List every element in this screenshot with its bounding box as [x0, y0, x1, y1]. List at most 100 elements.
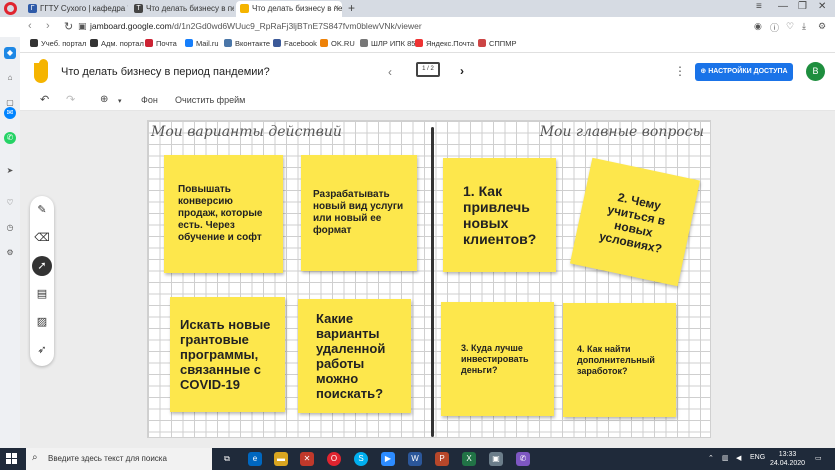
background-button[interactable]: Фон — [141, 95, 158, 105]
volume-icon[interactable]: ◀ — [736, 454, 741, 462]
previous-frame-icon[interactable]: ‹ — [388, 65, 392, 79]
tool-palette: ✎ ⌫ ➚ ▤ ▨ ➶ — [30, 196, 54, 366]
tab-1[interactable]: Г ГГТУ Сухого | кафедра "Э... — [24, 1, 128, 17]
send-icon[interactable]: ➤ — [4, 165, 16, 177]
favorites-icon[interactable]: ♡ — [4, 197, 16, 209]
back-icon[interactable]: ‹ — [28, 20, 32, 32]
frame-indicator[interactable]: 1 / 2 — [416, 62, 440, 77]
notifications-icon[interactable]: ▭ — [815, 454, 822, 462]
sticky-note[interactable]: Разрабатывать новый вид услуги или новый… — [301, 155, 417, 271]
clock-time: 13:33 — [778, 451, 797, 458]
bookmark-item[interactable]: Facebook — [273, 39, 317, 48]
image-tool-icon[interactable]: ▨ — [32, 312, 52, 332]
zoom-app-icon[interactable]: ▶ — [381, 452, 395, 466]
system-clock[interactable]: 13:33 24.04.2020 — [770, 450, 805, 468]
zoom-dropdown-icon[interactable]: ▾ — [118, 97, 122, 105]
settings-gear-icon[interactable]: ⚙ — [4, 247, 16, 259]
bookmark-item[interactable]: Почта — [145, 39, 177, 48]
edge-icon[interactable]: e — [248, 452, 262, 466]
whatsapp-icon[interactable]: ✆ — [4, 132, 16, 144]
minimize-icon[interactable]: — — [778, 1, 788, 12]
new-tab-icon[interactable]: + — [348, 1, 355, 15]
reload-icon[interactable]: ↻ — [64, 20, 73, 33]
tab-2[interactable]: T Что делать бизнесу в пер... — [130, 1, 234, 17]
bookmark-item[interactable]: ШЛР ИПК 85 — [360, 39, 415, 48]
jamboard-toolbar: ↶ ↷ ⊕ ▾ Фон Очистить фрейм — [20, 91, 835, 111]
more-options-icon[interactable]: ⋮ — [674, 64, 686, 78]
redo-icon[interactable]: ↷ — [66, 93, 75, 106]
bookmark-item[interactable]: Учеб. портал — [30, 39, 86, 48]
bookmark-item[interactable]: OK.RU — [320, 39, 355, 48]
sticky-note-text: 3. Куда лучше инвестировать деньги? — [461, 342, 529, 375]
app-red-icon[interactable]: ✕ — [300, 452, 314, 466]
url-field[interactable]: jamboard.google.com/d/1n2Gd0wd6WUuc9_RpR… — [90, 21, 422, 31]
file-explorer-icon[interactable]: ▬ — [274, 452, 288, 466]
tab-3-active[interactable]: Что делать бизнесу в пер... × — [236, 1, 342, 17]
sticky-note[interactable]: Какие варианты удаленной работы можно по… — [298, 299, 411, 413]
right-heading: Мои главные вопросы — [539, 124, 704, 140]
bookmark-item[interactable]: Адм. портал — [90, 39, 144, 48]
word-icon[interactable]: W — [408, 452, 422, 466]
select-tool-icon[interactable]: ➚ — [32, 256, 52, 276]
sticky-note-tool-icon[interactable]: ▤ — [32, 284, 52, 304]
clear-frame-button[interactable]: Очистить фрейм — [175, 95, 245, 105]
url-domain: jamboard.google.com — [90, 21, 172, 31]
bookmark-item[interactable]: Mail.ru — [185, 39, 219, 48]
powerpoint-icon[interactable]: P — [435, 452, 449, 466]
heart-icon[interactable]: ♡ — [786, 21, 794, 32]
history-icon[interactable]: ◷ — [4, 222, 16, 234]
laser-tool-icon[interactable]: ➶ — [32, 340, 52, 360]
sticky-note-text: Искать новые грантовые программы, связан… — [180, 317, 271, 392]
skype-icon[interactable]: S — [354, 452, 368, 466]
jam-board[interactable]: Мои варианты действий Мои главные вопрос… — [147, 120, 711, 438]
info-icon[interactable]: ⓘ — [770, 21, 779, 34]
undo-icon[interactable]: ↶ — [40, 93, 49, 106]
avatar[interactable]: В — [806, 62, 825, 81]
site-favicon-icon: Г — [28, 4, 37, 13]
close-tab-icon[interactable]: × — [334, 3, 339, 12]
taskbar-search-field[interactable]: ⌕ Введите здесь текст для поиска — [26, 448, 212, 470]
bookmarks-bar: Учеб. портал Адм. портал Почта Mail.ru В… — [0, 37, 835, 53]
opera-taskbar-icon[interactable]: O — [327, 452, 341, 466]
excel-icon[interactable]: X — [462, 452, 476, 466]
sticky-note[interactable]: 4. Как найти дополнительный заработок? — [563, 303, 676, 417]
page-title[interactable]: Что делать бизнесу в период пандемии? — [61, 66, 270, 78]
download-icon[interactable]: ⤓ — [802, 21, 806, 32]
pen-tool-icon[interactable]: ✎ — [32, 200, 52, 220]
camera-icon[interactable]: ◉ — [754, 21, 762, 32]
search-placeholder: Введите здесь текст для поиска — [48, 454, 167, 463]
sticky-note[interactable]: Повышать конверсию продаж, которые есть.… — [164, 155, 283, 273]
home-icon[interactable]: ⌂ — [4, 72, 16, 84]
tab-menu-icon[interactable]: ≡ — [756, 1, 762, 12]
sticky-note[interactable]: Искать новые грантовые программы, связан… — [170, 297, 285, 412]
viber-icon[interactable]: ✆ — [516, 452, 530, 466]
bookmark-item[interactable]: Вконтакте — [224, 39, 270, 48]
task-view-icon[interactable]: ⧉ — [220, 452, 234, 466]
app-gray-icon[interactable]: ▣ — [489, 452, 503, 466]
close-window-icon[interactable]: ✕ — [818, 1, 826, 12]
bookmark-item[interactable]: Яндекс.Почта — [415, 39, 474, 48]
eraser-tool-icon[interactable]: ⌫ — [32, 228, 52, 248]
network-icon[interactable]: ▥ — [722, 454, 729, 462]
forward-icon[interactable]: › — [46, 20, 50, 32]
language-indicator[interactable]: ENG — [750, 454, 765, 461]
sticky-note[interactable]: 3. Куда лучше инвестировать деньги? — [441, 302, 554, 416]
browser-sidebar: ◆ ⌂ ▢ ✉ ✆ ➤ ♡ ◷ ⚙ — [0, 37, 20, 448]
sticky-note[interactable]: 2. Чему учиться в новых условиях? — [569, 157, 701, 287]
windows-taskbar: ⌕ Введите здесь текст для поиска ⧉ e ▬ ✕… — [0, 448, 835, 470]
windows-start-icon[interactable] — [6, 453, 17, 464]
opera-logo-icon[interactable] — [4, 2, 17, 15]
messenger-icon[interactable]: ✉ — [4, 107, 16, 119]
tray-chevron-icon[interactable]: ⌃ — [708, 454, 714, 462]
sharing-settings-button[interactable]: ⊕ НАСТРОЙКИ ДОСТУПА — [695, 63, 793, 81]
next-frame-icon[interactable]: › — [460, 64, 464, 78]
tab-label: Что делать бизнесу в пер... — [252, 4, 342, 13]
page-favicon-icon: T — [134, 4, 143, 13]
bookmark-item[interactable]: СППМР — [478, 39, 516, 48]
sticky-note-text: 4. Как найти дополнительный заработок? — [577, 343, 655, 376]
maximize-icon[interactable]: ❐ — [798, 1, 807, 12]
zoom-icon[interactable]: ⊕ — [100, 94, 108, 105]
settings-icon[interactable]: ⚙ — [818, 21, 826, 32]
speed-dial-icon[interactable]: ◆ — [4, 47, 16, 59]
sticky-note[interactable]: 1. Как привлечь новых клиентов? — [443, 158, 556, 272]
